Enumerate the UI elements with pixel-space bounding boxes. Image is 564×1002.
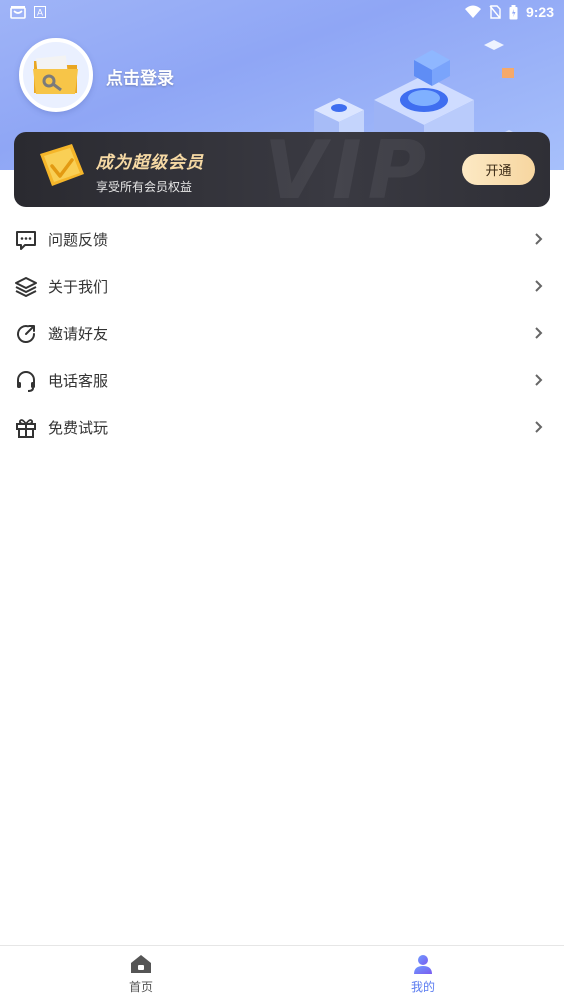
menu-item-about[interactable]: 关于我们 — [0, 263, 564, 310]
menu-item-customer-service[interactable]: 电话客服 — [0, 357, 564, 404]
shop-icon — [10, 6, 26, 19]
chevron-right-icon — [535, 374, 543, 386]
menu-item-free-trial[interactable]: 免费试玩 — [0, 404, 564, 451]
menu-item-label: 邀请好友 — [48, 325, 109, 343]
vip-activate-button[interactable]: 开通 — [462, 154, 535, 185]
menu-item-label: 问题反馈 — [48, 231, 109, 249]
login-text[interactable]: 点击登录 — [106, 64, 174, 89]
headset-icon — [14, 369, 38, 393]
menu-item-label: 关于我们 — [48, 278, 109, 296]
home-icon — [131, 955, 151, 973]
vip-subtitle: 享受所有会员权益 — [96, 180, 193, 194]
gift-icon — [14, 416, 38, 440]
share-icon — [14, 322, 38, 346]
menu-item-invite[interactable]: 邀请好友 — [0, 310, 564, 357]
folder-key-icon — [33, 55, 78, 94]
vip-watermark: VIP — [264, 132, 433, 207]
no-sim-icon — [489, 5, 501, 19]
vip-title: 成为超级会员 — [96, 153, 204, 173]
tab-label: 首页 — [128, 980, 153, 994]
status-time: 9:23 — [525, 4, 554, 20]
avatar[interactable] — [19, 38, 93, 112]
chevron-right-icon — [535, 421, 543, 433]
feedback-icon — [14, 228, 38, 252]
vip-card[interactable]: VIP 成为超级会员 享受所有会员权益 开通 — [14, 132, 550, 207]
chevron-right-icon — [535, 233, 543, 245]
wifi-icon — [464, 5, 481, 18]
chevron-right-icon — [535, 280, 543, 292]
menu-item-label: 免费试玩 — [48, 419, 109, 437]
chevron-right-icon — [535, 327, 543, 339]
bottom-tab-bar: 首页 我的 — [0, 945, 564, 1002]
user-icon — [414, 955, 432, 974]
menu-list: 问题反馈 关于我们 邀请好友 电话客服 免费试玩 — [0, 216, 564, 451]
status-bar: A 9:23 — [0, 0, 564, 24]
layers-icon — [14, 275, 38, 299]
vip-crown-badge-icon — [40, 144, 84, 186]
svg-text:A: A — [37, 8, 43, 18]
tab-label: 我的 — [410, 980, 435, 994]
battery-icon — [509, 4, 518, 19]
tab-mine[interactable]: 我的 — [282, 946, 564, 1002]
menu-item-feedback[interactable]: 问题反馈 — [0, 216, 564, 263]
menu-item-label: 电话客服 — [48, 372, 109, 390]
a-text-icon: A — [34, 6, 46, 18]
tab-home[interactable]: 首页 — [0, 946, 282, 1002]
